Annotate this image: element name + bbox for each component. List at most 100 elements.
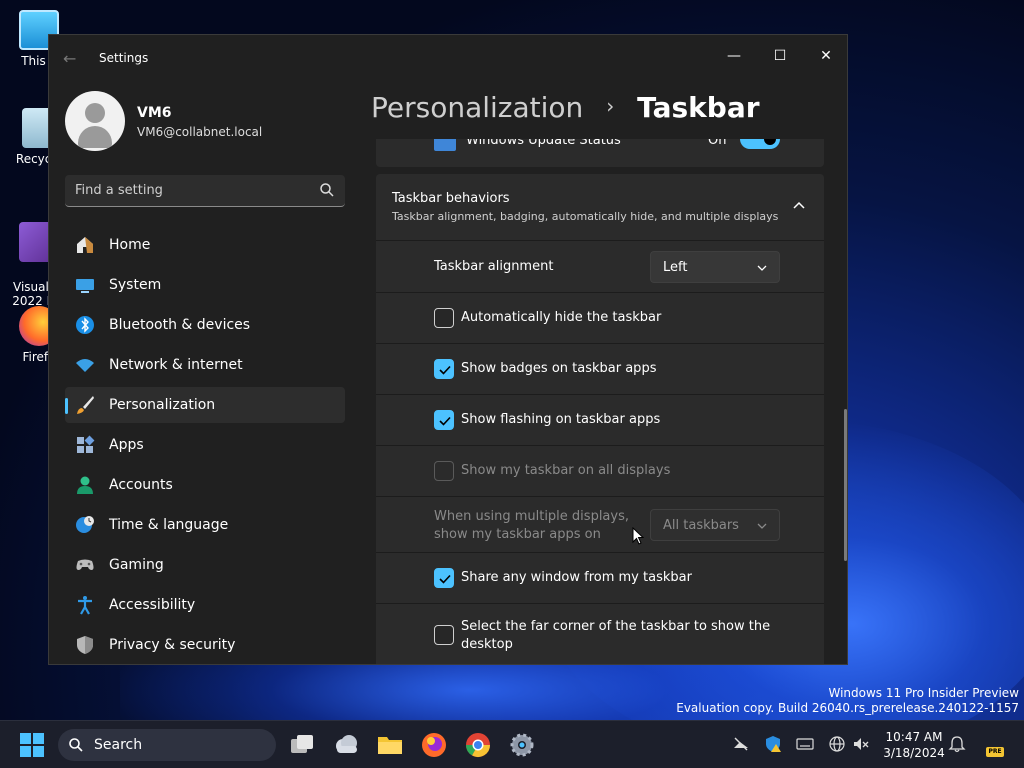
mouse-cursor-icon	[632, 527, 644, 545]
taskbar-search[interactable]: Search	[58, 729, 276, 761]
windows-update-status-row: Windows Update Status On	[376, 139, 824, 167]
all-displays-checkbox[interactable]	[434, 461, 454, 481]
sidebar-item-label: System	[109, 277, 162, 293]
multi-display-label-line2: show my taskbar apps on	[434, 527, 601, 542]
flashing-checkbox[interactable]	[434, 410, 454, 430]
far-corner-label-line1: Select the far corner of the taskbar to …	[461, 619, 771, 634]
watermark-line: Evaluation copy. Build 26040.rs_prerelea…	[676, 701, 1019, 715]
minimize-button[interactable]: —	[711, 41, 757, 71]
breadcrumb-parent[interactable]: Personalization	[371, 91, 583, 124]
file-explorer-icon[interactable]	[376, 731, 404, 759]
flashing-row[interactable]: Show flashing on taskbar apps	[376, 394, 824, 445]
maximize-button[interactable]: ☐	[757, 41, 803, 71]
sidebar-item-personalization[interactable]: Personalization	[65, 387, 345, 423]
taskbar-behaviors-header[interactable]: Taskbar behaviors Taskbar alignment, bad…	[376, 174, 824, 240]
breadcrumb-separator: ›	[606, 94, 615, 118]
widgets-weather-icon[interactable]	[332, 731, 360, 759]
chrome-icon[interactable]	[464, 731, 492, 759]
auto-hide-checkbox[interactable]	[434, 308, 454, 328]
taskbar-alignment-row: Taskbar alignment Left	[376, 240, 824, 292]
firefox-icon[interactable]	[420, 731, 448, 759]
system-icon	[76, 279, 94, 293]
badges-row[interactable]: Show badges on taskbar apps	[376, 343, 824, 394]
back-arrow-icon[interactable]: ←	[63, 49, 76, 68]
search-icon[interactable]	[319, 182, 335, 198]
dropdown-value: All taskbars	[663, 518, 739, 533]
volume-muted-icon[interactable]	[852, 735, 870, 753]
sidebar-item-time-language[interactable]: Time & language	[65, 507, 345, 543]
share-window-checkbox[interactable]	[434, 568, 454, 588]
evaluation-watermark: Windows 11 Pro Insider Preview Evaluatio…	[676, 686, 1019, 716]
settings-content: Windows Update Status On Taskbar behavio…	[376, 139, 824, 664]
windows-update-toggle[interactable]	[740, 139, 780, 149]
sidebar-item-system[interactable]: System	[65, 267, 345, 303]
notification-bell-icon[interactable]	[948, 735, 966, 753]
avatar	[65, 91, 125, 151]
section-title: Taskbar behaviors	[392, 191, 510, 206]
far-corner-checkbox[interactable]	[434, 625, 454, 645]
sidebar-item-apps[interactable]: Apps	[65, 427, 345, 463]
close-button[interactable]: ✕	[803, 41, 847, 71]
multi-display-label-line1: When using multiple displays,	[434, 509, 629, 524]
share-window-row[interactable]: Share any window from my taskbar	[376, 552, 824, 603]
auto-hide-row[interactable]: Automatically hide the taskbar	[376, 292, 824, 343]
windows-update-label: Windows Update Status	[466, 139, 621, 148]
app-title: Settings	[99, 51, 149, 65]
chevron-down-icon	[757, 265, 767, 271]
globe-icon[interactable]	[828, 735, 846, 753]
sidebar-item-label: Privacy & security	[109, 637, 236, 653]
far-corner-row[interactable]: Select the far corner of the taskbar to …	[376, 603, 824, 664]
page-title: Taskbar	[637, 91, 760, 124]
sidebar-item-bluetooth[interactable]: Bluetooth & devices	[65, 307, 345, 343]
accounts-icon	[77, 476, 93, 494]
search-box[interactable]	[65, 175, 345, 207]
keyboard-icon[interactable]	[796, 735, 814, 753]
clock-date: 3/18/2024	[883, 746, 945, 760]
insider-badge-icon: PRE	[986, 747, 1004, 757]
sidebar-item-privacy[interactable]: Privacy & security	[65, 627, 345, 663]
title-bar[interactable]: ← Settings — ☐ ✕	[49, 35, 847, 81]
windows-update-state: On	[708, 139, 727, 148]
taskbar-alignment-label: Taskbar alignment	[434, 259, 554, 274]
sidebar-item-label: Time & language	[109, 517, 229, 533]
wifi-icon	[76, 359, 94, 372]
badges-checkbox[interactable]	[434, 359, 454, 379]
taskbar-alignment-dropdown[interactable]: Left	[650, 251, 780, 283]
task-view-icon[interactable]	[288, 731, 316, 759]
sidebar-item-label: Accessibility	[109, 597, 196, 613]
breadcrumb: Personalization › Taskbar	[371, 91, 760, 124]
search-icon	[69, 738, 83, 752]
sidebar-item-label: Bluetooth & devices	[109, 317, 251, 333]
content-scrollbar[interactable]	[844, 409, 847, 561]
home-icon	[77, 237, 93, 253]
user-name: VM6	[137, 105, 172, 121]
section-subtitle: Taskbar alignment, badging, automaticall…	[392, 210, 779, 223]
all-displays-label: Show my taskbar on all displays	[461, 463, 671, 478]
security-warning-icon[interactable]	[764, 735, 782, 753]
checkmark-icon	[439, 574, 451, 584]
windows-start-icon[interactable]	[20, 733, 44, 757]
badges-label: Show badges on taskbar apps	[461, 361, 657, 376]
auto-hide-label: Automatically hide the taskbar	[461, 310, 662, 325]
user-email: VM6@collabnet.local	[137, 125, 263, 139]
brush-icon	[77, 396, 94, 414]
sidebar-item-accounts[interactable]: Accounts	[65, 467, 345, 503]
avatar-body	[78, 126, 112, 148]
multi-display-row: When using multiple displays, show my ta…	[376, 496, 824, 552]
dropdown-value: Left	[663, 260, 688, 275]
sidebar-item-label: Accounts	[109, 477, 173, 493]
search-input[interactable]	[65, 175, 305, 205]
sidebar-item-gaming[interactable]: Gaming	[65, 547, 345, 583]
sidebar-item-accessibility[interactable]: Accessibility	[65, 587, 345, 623]
windows-update-icon	[434, 139, 456, 151]
multi-display-dropdown[interactable]: All taskbars	[650, 509, 780, 541]
settings-gear-icon[interactable]	[508, 731, 536, 759]
far-corner-label-line2: desktop	[461, 637, 513, 652]
sidebar-item-home[interactable]: Home	[65, 227, 345, 263]
sidebar-item-label: Personalization	[109, 397, 216, 413]
sidebar-item-network[interactable]: Network & internet	[65, 347, 345, 383]
chevron-up-icon[interactable]	[792, 198, 806, 212]
sidebar-item-label: Network & internet	[109, 357, 243, 373]
system-clock[interactable]: 10:47 AM 3/18/2024	[880, 729, 948, 761]
network-disconnected-icon[interactable]	[732, 735, 750, 753]
